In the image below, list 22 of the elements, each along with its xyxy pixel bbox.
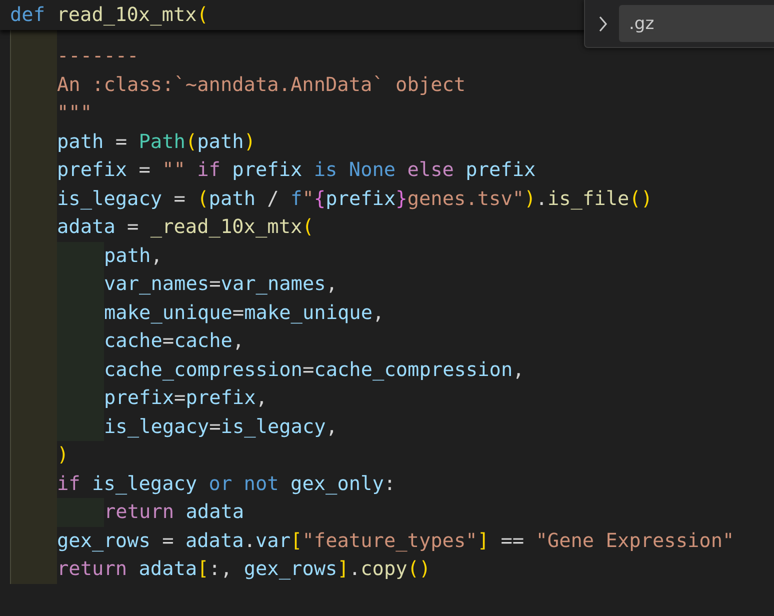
code-line: cache=cache, (104, 328, 244, 354)
code-line: cache_compression=cache_compression, (104, 356, 524, 383)
code-line: is_legacy = (path / f"{prefix}genes.tsv").is_file() (57, 186, 653, 212)
code-line: ) (57, 442, 69, 468)
code-line: prefix=prefix, (104, 385, 268, 412)
code-line: return adata (104, 499, 244, 526)
code-line: if is_legacy or not gex_only: (57, 470, 396, 497)
indent-guide (10, 555, 57, 584)
code-line: make_unique=make_unique, (104, 300, 384, 326)
code-line: An :class:`~anndata.AnnData` object (57, 72, 466, 98)
code-line: path, (104, 242, 162, 269)
code-line: adata = _read_10x_mtx( (57, 214, 314, 240)
code-line: ------- (57, 43, 139, 70)
code-line: prefix = "" if prefix is None else prefix (57, 157, 536, 184)
code-line: var_names=var_names, (104, 271, 338, 298)
code-line: """ (57, 100, 92, 126)
code-line: return adata[:, gex_rows].copy() (57, 556, 431, 582)
code-line: is_legacy=is_legacy, (104, 414, 338, 440)
code-line: def read_10x_mtx( (10, 2, 208, 28)
find-field[interactable]: .gz (619, 5, 774, 42)
code-line: path = Path(path) (57, 128, 256, 155)
code-line: gex_rows = adata.var["feature_types"] == "Gene Expression" (57, 528, 734, 554)
